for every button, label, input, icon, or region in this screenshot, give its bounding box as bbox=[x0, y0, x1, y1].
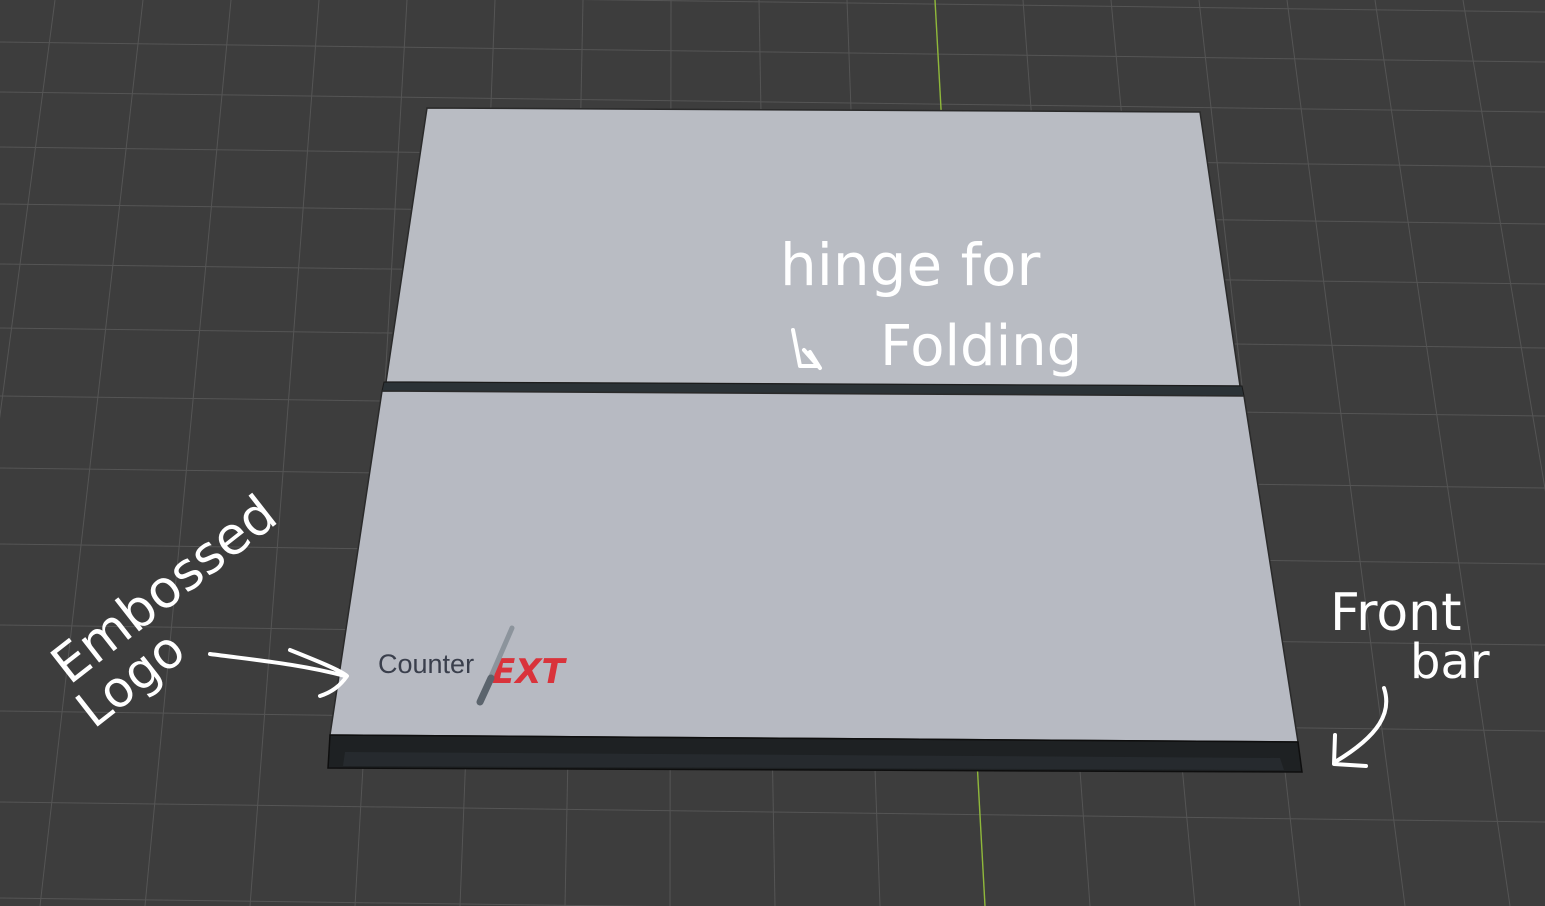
logo-word: Counter bbox=[378, 649, 474, 679]
grid-line bbox=[144, 0, 232, 906]
grid-line bbox=[0, 897, 657, 906]
bottom-panel[interactable] bbox=[329, 390, 1299, 743]
grid-line bbox=[0, 801, 1545, 823]
viewport-canvas[interactable]: Counter EXT hinge for Folding Embossed L… bbox=[0, 0, 1545, 906]
grid-line bbox=[249, 0, 320, 906]
3d-viewport[interactable]: Counter EXT hinge for Folding Embossed L… bbox=[0, 0, 1545, 906]
grid-line bbox=[0, 41, 1545, 63]
grid-line bbox=[0, 0, 56, 420]
folding-table-model[interactable]: Counter EXT bbox=[327, 107, 1303, 773]
grid-line bbox=[1286, 0, 1406, 906]
logo-mark: EXT bbox=[492, 652, 567, 692]
logo-arrow-icon bbox=[208, 648, 349, 698]
annotation-hinge-line1: hinge for bbox=[780, 231, 1040, 299]
grid-line bbox=[39, 0, 144, 906]
grid-line bbox=[579, 0, 1545, 13]
grid-line bbox=[1374, 0, 1511, 906]
grid-line bbox=[0, 91, 1545, 113]
annotation-hinge-line2: Folding bbox=[880, 314, 1082, 379]
annotation-bar-line2: bar bbox=[1410, 634, 1490, 690]
grid-line bbox=[1462, 0, 1545, 492]
